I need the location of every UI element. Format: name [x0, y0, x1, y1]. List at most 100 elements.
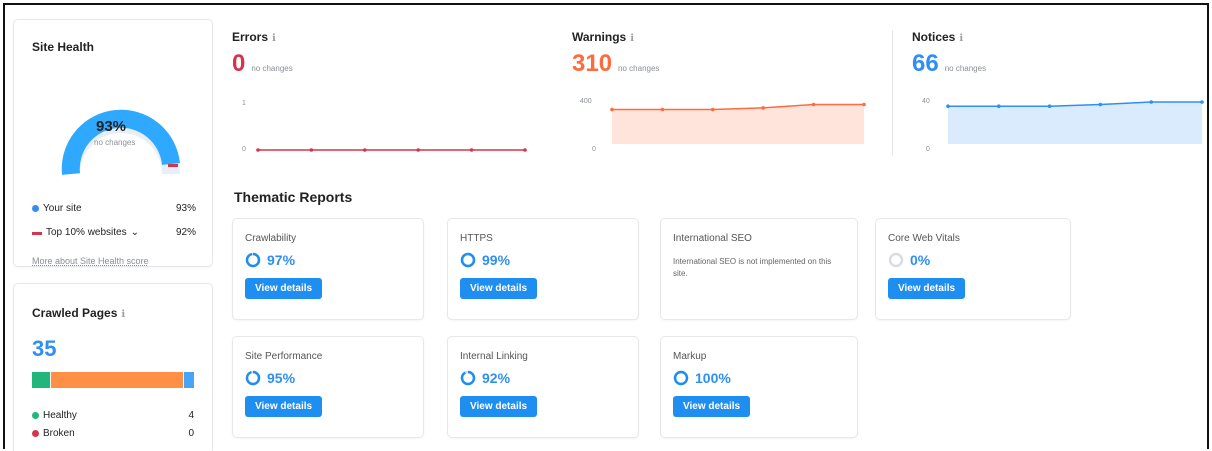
report-card: Core Web Vitals 0% View details [876, 219, 1070, 319]
trend-point[interactable] [711, 107, 715, 112]
view-details-button[interactable]: View details [245, 396, 323, 417]
report-score: 92% [482, 370, 511, 386]
legend-dot-broken [32, 429, 39, 437]
errors-label: Errors [232, 30, 269, 44]
site-health-note: no changes [94, 138, 136, 147]
notices-value-row: 66 no changes [912, 50, 1208, 78]
trend-point[interactable] [416, 148, 420, 152]
notices-value[interactable]: 66 [912, 50, 939, 78]
warnings-note: no changes [618, 64, 660, 73]
trend-point[interactable] [1098, 102, 1103, 107]
report-title: International SEO [673, 233, 752, 244]
crawl-bar-segment [49, 372, 184, 388]
metric-notices: Notices ℹ 66 no changes 40 0 [912, 30, 1208, 160]
errors-trend-chart [256, 148, 527, 152]
view-details-button[interactable]: View details [460, 278, 538, 299]
report-note: International SEO is not implemented on … [673, 257, 832, 278]
trend-point[interactable] [761, 106, 765, 110]
trend-point[interactable] [660, 107, 665, 112]
report-card: Internal Linking 92% View details [448, 337, 638, 437]
report-title: HTTPS [460, 233, 493, 244]
errors-value[interactable]: 0 [232, 50, 245, 78]
report-score-row: 99% [460, 252, 626, 268]
crawled-pages-count: 35 [32, 336, 57, 361]
progress-ring-icon [460, 252, 476, 268]
notices-title: Notices ℹ [912, 30, 1208, 44]
metric-errors: Errors ℹ 0 no changes 1 0 [232, 30, 542, 160]
legend-top-sites[interactable]: ▬ Top 10% websites ⌄ 92% [32, 227, 196, 238]
legend-dot-healthy [32, 411, 39, 419]
metric-divider [892, 30, 893, 156]
warnings-value-row: 310 no changes [572, 50, 872, 78]
report-title: Crawlability [245, 233, 297, 244]
legend-label-top-sites: Top 10% websites [46, 227, 127, 238]
notices-label: Notices [912, 30, 956, 44]
site-health-score: 93% [96, 118, 127, 135]
trend-point[interactable] [862, 102, 866, 107]
benchmark-marker [168, 164, 178, 167]
report-score-row: 97% [245, 252, 411, 268]
report-title: Site Performance [245, 351, 323, 362]
trend-point[interactable] [946, 104, 950, 108]
notices-ytop: 40 [922, 98, 930, 105]
errors-ytop: 1 [242, 100, 246, 107]
view-details-button[interactable]: View details [673, 396, 751, 417]
trend-point[interactable] [997, 104, 1001, 108]
trend-point[interactable] [256, 148, 260, 152]
report-score: 97% [267, 252, 296, 268]
report-score-row: 95% [245, 370, 411, 386]
crawl-bar-segment [32, 372, 50, 388]
warnings-ybottom: 0 [592, 146, 596, 153]
site-health-card: Site Health 93% no changes Your site 93%… [14, 20, 212, 266]
report-score-row: 92% [460, 370, 626, 386]
legend-dot-your-site [32, 204, 39, 212]
report-score-row: 100% [673, 370, 845, 386]
legend-label-broken: Broken [43, 428, 75, 439]
notices-note: no changes [944, 64, 987, 73]
progress-ring-icon [888, 252, 904, 268]
view-details-button[interactable]: View details [460, 396, 538, 417]
metric-warnings: Warnings ℹ 310 no changes 400 0 [572, 30, 872, 160]
warnings-trend-chart [610, 102, 866, 144]
info-icon[interactable]: ℹ [272, 33, 276, 44]
warnings-label: Warnings [572, 30, 627, 44]
legend-label-your-site: Your site [43, 203, 82, 214]
errors-ybottom: 0 [242, 146, 246, 153]
view-details-button[interactable]: View details [245, 278, 323, 299]
report-card: Markup 100% View details [661, 337, 857, 437]
info-icon[interactable]: ℹ [630, 33, 634, 44]
trend-point[interactable] [1200, 100, 1204, 104]
trend-point[interactable] [811, 102, 816, 107]
trend-area [612, 104, 864, 144]
report-card: International SEO International SEO is no… [661, 219, 857, 319]
warnings-ytop: 400 [580, 98, 592, 105]
trend-point[interactable] [1047, 104, 1052, 108]
warnings-title: Warnings ℹ [572, 30, 872, 44]
errors-note: no changes [251, 64, 293, 73]
legend-your-site: Your site 93% [32, 203, 196, 214]
info-icon[interactable]: ℹ [121, 309, 125, 320]
report-title: Core Web Vitals [888, 233, 960, 244]
report-score: 100% [695, 370, 731, 386]
site-health-title: Site Health [32, 40, 95, 54]
legend-marker-top-sites: ▬ [32, 227, 42, 238]
trend-point[interactable] [469, 148, 474, 152]
trend-point[interactable] [523, 148, 527, 152]
warnings-value[interactable]: 310 [572, 50, 612, 78]
crawl-bar-segment [183, 372, 194, 388]
trend-point[interactable] [309, 148, 314, 152]
trend-point[interactable] [610, 107, 614, 112]
info-icon[interactable]: ℹ [959, 33, 963, 44]
report-score: 0% [910, 252, 931, 268]
report-card: HTTPS 99% View details [448, 219, 638, 319]
site-health-link[interactable]: More about Site Health score [32, 256, 149, 266]
legend-label-healthy: Healthy [43, 410, 77, 421]
trend-point[interactable] [363, 148, 367, 152]
report-card: Crawlability 97% View details [233, 219, 423, 319]
progress-ring-icon [460, 370, 476, 386]
legend-value-healthy: 4 [188, 410, 194, 421]
trend-point[interactable] [1149, 100, 1153, 104]
report-title: Internal Linking [460, 351, 528, 362]
view-details-button[interactable]: View details [888, 278, 966, 299]
legend-value-broken: 0 [188, 428, 194, 439]
